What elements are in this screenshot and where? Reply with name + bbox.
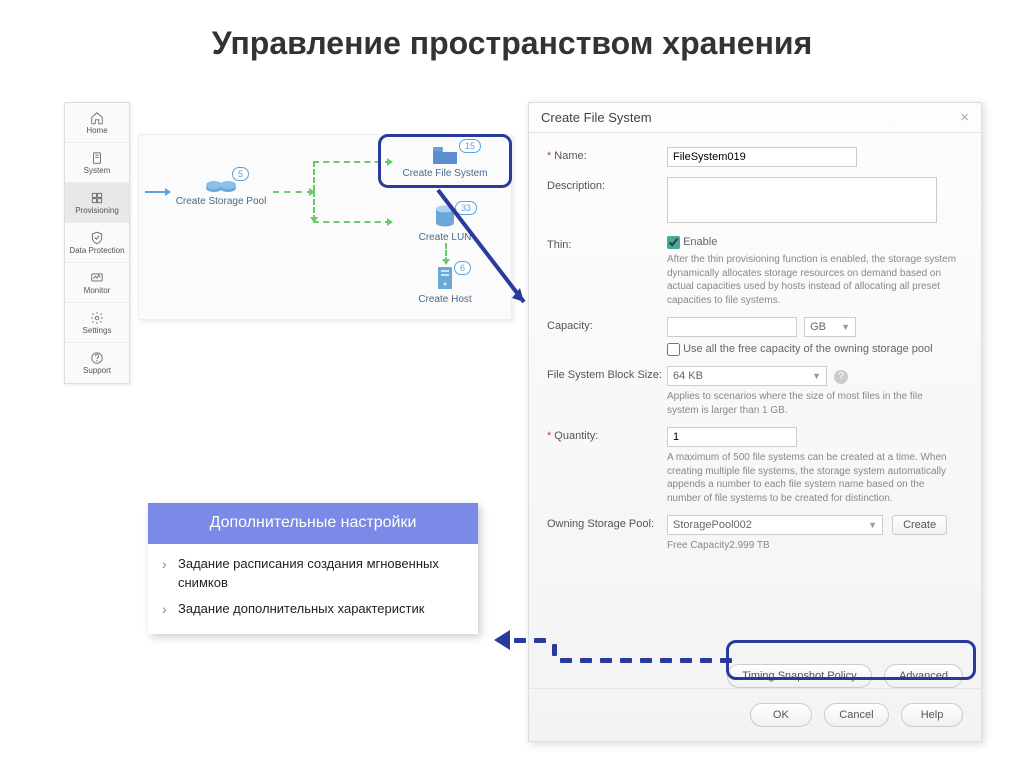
sidebar-item-system[interactable]: System xyxy=(65,143,129,183)
wf-badge: 5 xyxy=(232,167,249,181)
question-icon xyxy=(90,351,104,365)
sidebar-item-provisioning[interactable]: Provisioning xyxy=(65,183,129,223)
dialog-header: Create File System × xyxy=(529,103,981,133)
sidebar-label: System xyxy=(84,166,111,175)
highlight-footer-buttons xyxy=(726,640,976,680)
block-size-select[interactable]: 64 KB▼ xyxy=(667,366,827,386)
monitor-icon xyxy=(90,271,104,285)
cancel-button[interactable]: Cancel xyxy=(824,703,888,727)
name-label: Name: xyxy=(554,150,586,162)
owning-pool-label: Owning Storage Pool: xyxy=(547,518,654,530)
free-capacity-text: Free Capacity2.999 TB xyxy=(667,539,957,553)
arrow-dash-icon xyxy=(273,191,313,193)
description-textarea[interactable] xyxy=(667,177,937,223)
block-size-note: Applies to scenarios where the size of m… xyxy=(667,390,957,417)
block-size-label: File System Block Size: xyxy=(547,369,662,381)
quantity-label: Quantity: xyxy=(554,430,598,442)
arrow-dash-icon xyxy=(313,221,391,223)
sidebar-label: Support xyxy=(83,366,111,375)
sidebar-item-monitor[interactable]: Monitor xyxy=(65,263,129,303)
chevron-down-icon: ▼ xyxy=(841,322,850,332)
help-icon[interactable]: ? xyxy=(834,370,848,384)
callout-arrow-icon xyxy=(428,186,538,316)
use-all-capacity-checkbox[interactable]: Use all the free capacity of the owning … xyxy=(667,343,933,355)
callout-dashed-arrow-icon xyxy=(480,618,740,662)
home-icon xyxy=(90,111,104,125)
extra-item: Задание дополнительных характеристик xyxy=(162,599,464,619)
description-label: Description: xyxy=(547,180,605,192)
storage-pool-icon xyxy=(171,171,271,193)
server-icon xyxy=(90,151,104,165)
provisioning-icon xyxy=(90,191,104,205)
sidebar-label: Monitor xyxy=(84,286,111,295)
create-pool-button[interactable]: Create xyxy=(892,515,947,535)
sidebar-nav: Home System Provisioning Data Protection… xyxy=(64,102,130,384)
gear-icon xyxy=(90,311,104,325)
sidebar-label: Settings xyxy=(83,326,112,335)
page-title: Управление пространством хранения xyxy=(0,0,1024,77)
wf-label: Create Storage Pool xyxy=(176,196,267,207)
thin-label: Thin: xyxy=(547,239,571,251)
help-button[interactable]: Help xyxy=(901,703,963,727)
name-input[interactable] xyxy=(667,147,857,167)
capacity-unit-select[interactable]: GB▼ xyxy=(804,317,856,337)
arrow-dash-icon xyxy=(313,191,315,221)
arrow-icon xyxy=(145,191,169,193)
quantity-note: A maximum of 500 file systems can be cre… xyxy=(667,451,957,505)
thin-note: After the thin provisioning function is … xyxy=(667,253,957,307)
sidebar-item-settings[interactable]: Settings xyxy=(65,303,129,343)
extra-settings-header: Дополнительные настройки xyxy=(148,503,478,544)
quantity-input[interactable] xyxy=(667,427,797,447)
chevron-down-icon: ▼ xyxy=(868,520,877,530)
wf-node-storage-pool[interactable]: Create Storage Pool 5 xyxy=(171,171,271,207)
owning-pool-select[interactable]: StoragePool002▼ xyxy=(667,515,883,535)
extra-item: Задание расписания создания мгновенных с… xyxy=(162,554,464,593)
close-icon[interactable]: × xyxy=(960,109,969,126)
capacity-label: Capacity: xyxy=(547,320,593,332)
sidebar-label: Home xyxy=(86,126,107,135)
sidebar-label: Provisioning xyxy=(75,206,119,215)
highlight-file-system xyxy=(378,134,512,188)
extra-settings-panel: Дополнительные настройки Задание расписа… xyxy=(148,503,478,634)
arrow-dash-icon xyxy=(313,161,315,191)
capacity-input[interactable] xyxy=(667,317,797,337)
chevron-down-icon: ▼ xyxy=(812,371,821,381)
thin-enable-checkbox[interactable]: Enable xyxy=(667,236,717,248)
shield-icon xyxy=(90,231,104,245)
sidebar-item-support[interactable]: Support xyxy=(65,343,129,383)
sidebar-item-home[interactable]: Home xyxy=(65,103,129,143)
dialog-title: Create File System xyxy=(541,110,652,125)
sidebar-item-data-protection[interactable]: Data Protection xyxy=(65,223,129,263)
sidebar-label: Data Protection xyxy=(69,246,124,255)
ok-button[interactable]: OK xyxy=(750,703,812,727)
